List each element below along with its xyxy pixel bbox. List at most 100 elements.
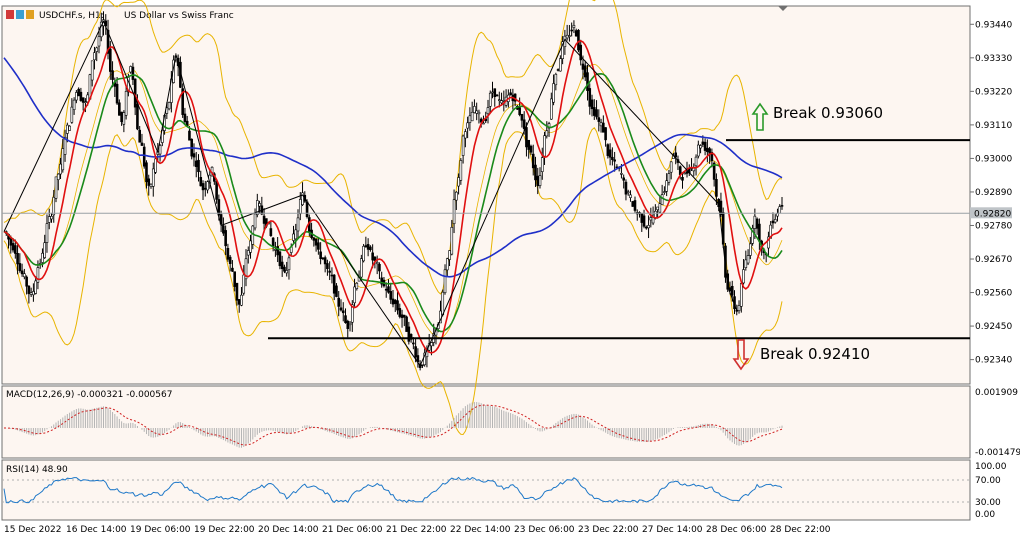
- candle-body: [280, 261, 284, 270]
- price-tick: 0.93220: [975, 87, 1012, 97]
- candle-body: [321, 257, 325, 260]
- candle-body: [568, 35, 571, 37]
- macd-axis-bottom: -0.001479: [975, 448, 1020, 458]
- price-tick: 0.93000: [975, 154, 1012, 164]
- candle-body: [412, 342, 415, 345]
- candle-body: [43, 242, 47, 258]
- candle-body: [739, 283, 743, 307]
- candle-body: [538, 175, 542, 186]
- time-tick: 15 Dec 2022: [4, 525, 62, 535]
- time-tick: 19 Dec 22:00: [194, 525, 255, 535]
- candle-body: [197, 159, 200, 173]
- candle-body: [77, 88, 80, 97]
- candle-body: [81, 97, 85, 103]
- candle-body: [583, 65, 587, 78]
- candle-body: [298, 199, 302, 215]
- candle-body: [18, 263, 22, 271]
- chart-icon: [6, 10, 14, 19]
- current-price-value: 0.92820: [974, 209, 1011, 219]
- candle-body: [93, 52, 96, 61]
- candle-body: [283, 266, 286, 272]
- candle-body: [122, 112, 126, 125]
- time-tick: 23 Dec 06:00: [514, 525, 575, 535]
- candle-body: [645, 226, 648, 229]
- time-tick: 16 Dec 14:00: [66, 525, 127, 535]
- candle-body: [597, 117, 601, 122]
- candle-body: [570, 29, 573, 32]
- candle-body: [158, 145, 162, 155]
- candle-body: [620, 173, 623, 175]
- candle-body: [20, 270, 24, 275]
- candle-body: [269, 228, 273, 236]
- candle-body: [773, 219, 777, 223]
- candle-body: [520, 113, 524, 121]
- candle-body: [776, 213, 779, 217]
- candle-body: [378, 263, 381, 272]
- candle-body: [486, 107, 490, 115]
- symbol-description: US Dollar vs Swiss Franc: [124, 11, 234, 21]
- candle-body: [649, 217, 653, 221]
- candle-body: [742, 269, 745, 284]
- candle-body: [631, 201, 635, 207]
- candle-body: [577, 29, 580, 51]
- candle-body: [448, 250, 451, 260]
- time-tick: 28 Dec 06:00: [706, 525, 767, 535]
- candle-body: [274, 249, 277, 251]
- candle-body: [384, 288, 388, 291]
- candle-body: [32, 291, 35, 296]
- candle-body: [25, 276, 28, 287]
- candle-body: [656, 206, 659, 211]
- candle-body: [133, 78, 137, 108]
- candle-body: [626, 191, 630, 194]
- candle-body: [753, 215, 757, 229]
- candle-body: [534, 164, 537, 181]
- price-tick: 0.93330: [975, 54, 1012, 64]
- symbol-label: USDCHF.s, H1:: [39, 11, 104, 21]
- candle-body: [699, 145, 702, 149]
- candle-body: [339, 307, 343, 311]
- candle-body: [335, 285, 338, 297]
- candle-body: [319, 251, 322, 259]
- candle-body: [312, 237, 316, 241]
- candle-body: [771, 220, 775, 224]
- candle-body: [203, 187, 207, 190]
- trading-chart[interactable]: USDCHF.s, H1: US Dollar vs Swiss Franc B…: [0, 0, 1020, 542]
- candle-body: [445, 258, 449, 271]
- time-tick: 21 Dec 06:00: [322, 525, 383, 535]
- candle-body: [369, 246, 372, 251]
- time-tick: 19 Dec 06:00: [130, 525, 191, 535]
- candle-body: [271, 237, 275, 247]
- candle-body: [495, 94, 499, 97]
- candle-body: [477, 111, 481, 115]
- candle-body: [90, 60, 94, 81]
- candle-body: [285, 270, 289, 274]
- candle-body: [400, 314, 404, 318]
- candle-body: [84, 101, 87, 104]
- candle-body: [683, 172, 687, 175]
- candle-body: [663, 191, 666, 193]
- candle-body: [296, 217, 300, 232]
- candle-body: [441, 291, 445, 316]
- candle-body: [592, 107, 596, 116]
- time-tick: 20 Dec 14:00: [258, 525, 319, 535]
- current-price-tag: 0.92820: [970, 207, 1012, 219]
- candle-body: [703, 141, 707, 151]
- candle-body: [136, 103, 139, 130]
- candle-body: [622, 177, 625, 181]
- price-tick: 0.93110: [975, 121, 1012, 131]
- candle-body: [95, 47, 99, 52]
- candle-body: [611, 156, 614, 160]
- candle-body: [457, 177, 460, 187]
- candle-body: [34, 280, 37, 294]
- candle-body: [120, 111, 123, 123]
- candle-body: [140, 142, 144, 146]
- candle-body: [68, 125, 71, 131]
- candle-body: [344, 315, 347, 323]
- candle-body: [246, 250, 250, 256]
- candle-body: [461, 135, 465, 156]
- rsi-panel[interactable]: [1, 459, 971, 521]
- candle-body: [215, 181, 218, 200]
- candle-body: [518, 107, 521, 115]
- candle-body: [572, 25, 576, 28]
- candle-body: [674, 152, 678, 158]
